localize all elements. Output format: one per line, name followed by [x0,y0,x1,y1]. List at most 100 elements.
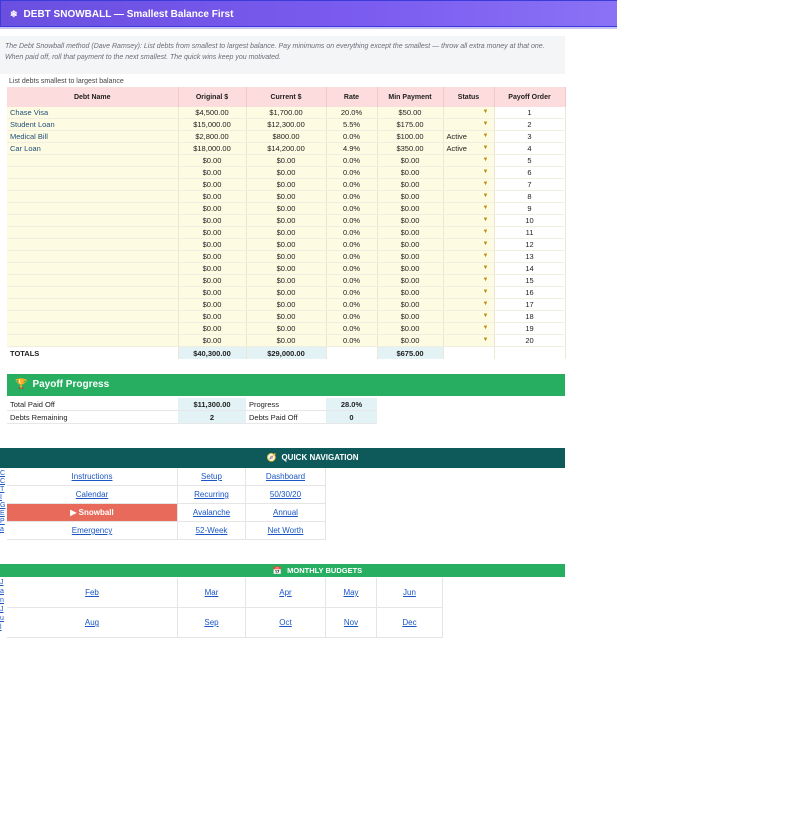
debt-name-cell[interactable] [7,250,179,263]
min-payment-cell[interactable]: $0.00 [377,250,444,263]
nav-link-setup[interactable]: Setup [178,468,246,486]
original-amount-cell[interactable]: $0.00 [178,226,247,239]
rate-cell[interactable]: 0.0% [326,310,378,323]
nav-link-recurring[interactable]: Recurring [178,486,246,504]
current-amount-cell[interactable]: $0.00 [246,322,327,335]
debt-name-cell[interactable] [7,214,179,227]
min-payment-cell[interactable]: $50.00 [377,107,444,119]
status-dropdown[interactable]: ▼ [443,178,495,191]
rate-cell[interactable]: 5.5% [326,118,378,131]
status-dropdown[interactable]: ▼ [443,298,495,311]
status-dropdown[interactable]: ▼ [443,202,495,215]
min-payment-cell[interactable]: $0.00 [377,154,444,167]
dropdown-arrow-icon[interactable]: ▼ [483,335,489,346]
status-dropdown[interactable]: Active ▼ [443,142,495,155]
debt-name-cell[interactable] [7,334,179,347]
debt-name-cell[interactable] [7,178,179,191]
debt-name-cell[interactable] [7,310,179,323]
nav-link-net-worth[interactable]: Net Worth [246,522,326,540]
original-amount-cell[interactable]: $0.00 [178,298,247,311]
status-dropdown[interactable]: ▼ [443,214,495,227]
current-amount-cell[interactable]: $12,300.00 [246,118,327,131]
min-payment-cell[interactable]: $0.00 [377,334,444,347]
original-amount-cell[interactable]: $0.00 [178,322,247,335]
min-payment-cell[interactable]: $0.00 [377,166,444,179]
min-payment-cell[interactable]: $0.00 [377,214,444,227]
debt-name-cell[interactable] [7,166,179,179]
current-amount-cell[interactable]: $0.00 [246,286,327,299]
debt-name-cell[interactable]: Student Loan [7,118,179,131]
min-payment-cell[interactable]: $0.00 [377,286,444,299]
debt-name-cell[interactable]: Chase Visa [7,107,179,119]
rate-cell[interactable]: 0.0% [326,166,378,179]
dropdown-arrow-icon[interactable]: ▼ [483,191,489,202]
month-link-mar[interactable]: Mar [178,578,246,608]
current-amount-cell[interactable]: $800.00 [246,130,327,143]
status-dropdown[interactable]: ▼ [443,262,495,275]
rate-cell[interactable]: 0.0% [326,334,378,347]
original-amount-cell[interactable]: $0.00 [178,166,247,179]
month-link-aug[interactable]: Aug [7,608,178,638]
rate-cell[interactable]: 0.0% [326,298,378,311]
month-link-apr[interactable]: Apr [246,578,326,608]
original-amount-cell[interactable]: $18,000.00 [178,142,247,155]
original-amount-cell[interactable]: $0.00 [178,274,247,287]
original-amount-cell[interactable]: $0.00 [178,238,247,251]
nav-link-emergency[interactable]: Emergency [7,522,178,540]
dropdown-arrow-icon[interactable]: ▼ [483,251,489,262]
nav-link-calendar[interactable]: Calendar [7,486,178,504]
status-dropdown[interactable]: ▼ [443,310,495,323]
min-payment-cell[interactable]: $0.00 [377,190,444,203]
current-amount-cell[interactable]: $14,200.00 [246,142,327,155]
min-payment-cell[interactable]: $0.00 [377,310,444,323]
month-link-nov[interactable]: Nov [326,608,377,638]
current-amount-cell[interactable]: $0.00 [246,310,327,323]
original-amount-cell[interactable]: $0.00 [178,178,247,191]
dropdown-arrow-icon[interactable]: ▼ [483,215,489,226]
dropdown-arrow-icon[interactable]: ▼ [483,107,489,118]
current-amount-cell[interactable]: $0.00 [246,178,327,191]
status-dropdown[interactable]: ▼ [443,334,495,347]
month-link-sep[interactable]: Sep [178,608,246,638]
rate-cell[interactable]: 0.0% [326,202,378,215]
original-amount-cell[interactable]: $0.00 [178,214,247,227]
nav-link-snowball[interactable]: ▶ Snowball [7,504,178,522]
current-amount-cell[interactable]: $0.00 [246,166,327,179]
current-amount-cell[interactable]: $0.00 [246,190,327,203]
dropdown-arrow-icon[interactable]: ▼ [483,239,489,250]
dropdown-arrow-icon[interactable]: ▼ [483,179,489,190]
rate-cell[interactable]: 0.0% [326,214,378,227]
rate-cell[interactable]: 0.0% [326,250,378,263]
rate-cell[interactable]: 0.0% [326,154,378,167]
dropdown-arrow-icon[interactable]: ▼ [483,263,489,274]
status-dropdown[interactable]: ▼ [443,286,495,299]
min-payment-cell[interactable]: $0.00 [377,238,444,251]
status-dropdown[interactable]: ▼ [443,250,495,263]
dropdown-arrow-icon[interactable]: ▼ [483,203,489,214]
debt-name-cell[interactable] [7,298,179,311]
rate-cell[interactable]: 0.0% [326,322,378,335]
original-amount-cell[interactable]: $0.00 [178,190,247,203]
min-payment-cell[interactable]: $350.00 [377,142,444,155]
min-payment-cell[interactable]: $0.00 [377,178,444,191]
status-dropdown[interactable]: ▼ [443,190,495,203]
debt-name-cell[interactable] [7,274,179,287]
debt-name-cell[interactable] [7,262,179,275]
rate-cell[interactable]: 4.9% [326,142,378,155]
quick-nav-fragments[interactable]: CCTIGEPa [0,470,6,534]
original-amount-cell[interactable]: $2,800.00 [178,130,247,143]
nav-link-50-30-20[interactable]: 50/30/20 [246,486,326,504]
monthly-fragments[interactable]: JanJul [0,579,6,633]
min-payment-cell[interactable]: $0.00 [377,202,444,215]
status-dropdown[interactable]: ▼ [443,238,495,251]
min-payment-cell[interactable]: $0.00 [377,262,444,275]
original-amount-cell[interactable]: $0.00 [178,250,247,263]
current-amount-cell[interactable]: $0.00 [246,250,327,263]
rate-cell[interactable]: 20.0% [326,107,378,119]
status-dropdown[interactable]: ▼ [443,166,495,179]
debt-name-cell[interactable] [7,154,179,167]
current-amount-cell[interactable]: $1,700.00 [246,107,327,119]
current-amount-cell[interactable]: $0.00 [246,262,327,275]
debt-name-cell[interactable] [7,238,179,251]
dropdown-arrow-icon[interactable]: ▼ [483,227,489,238]
